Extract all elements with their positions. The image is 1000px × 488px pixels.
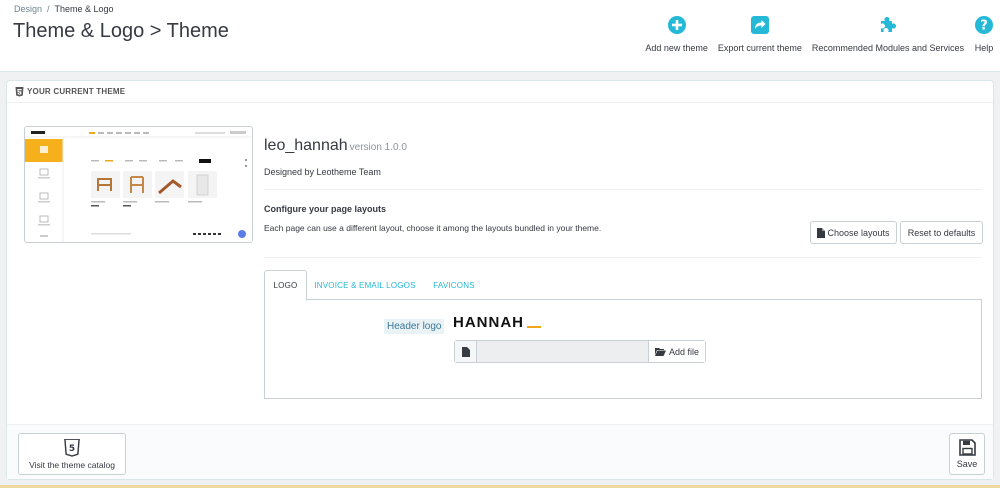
recommended-modules-button[interactable]: Recommended Modules and Services xyxy=(812,15,964,53)
theme-name-text: leo_hannah xyxy=(264,137,348,154)
theme-preview-image xyxy=(24,126,253,243)
page-header: Design / Theme & Logo Theme & Logo > Theme… xyxy=(0,0,1000,72)
current-theme-panel: YOUR CURRENT THEME leo_hannah version 1.… xyxy=(6,80,994,480)
panel-footer: 5 Visit the theme catalog Save xyxy=(7,424,993,479)
question-circle-icon: ? xyxy=(974,15,994,35)
html5-icon: 5 xyxy=(64,438,80,457)
add-new-theme-button[interactable]: Add new theme xyxy=(645,15,708,53)
file-icon xyxy=(455,341,477,362)
logo-tab-content: Header logo HANNAH Add file xyxy=(264,300,982,399)
export-theme-label: Export current theme xyxy=(717,43,802,53)
divider xyxy=(264,189,982,190)
header-logo-preview: HANNAH xyxy=(453,314,541,331)
file-icon xyxy=(817,227,826,238)
header-logo-label: Header logo xyxy=(384,319,445,334)
add-file-button[interactable]: Add file xyxy=(648,341,705,362)
page-title: Theme & Logo > Theme xyxy=(13,20,229,42)
tab-favicons[interactable]: FAVICONS xyxy=(424,270,484,300)
file-name-input[interactable] xyxy=(477,341,648,362)
toolbar: Add new theme Export current theme Recom… xyxy=(635,15,994,53)
floppy-disk-icon xyxy=(958,439,976,456)
add-new-theme-label: Add new theme xyxy=(645,43,708,53)
choose-layouts-label: Choose layouts xyxy=(827,227,890,238)
breadcrumb-design[interactable]: Design xyxy=(14,4,42,14)
theme-designer: Designed by Leotheme Team xyxy=(264,167,381,177)
logo-text: HANNAH xyxy=(453,314,524,331)
plus-circle-icon xyxy=(667,15,687,35)
save-label: Save xyxy=(956,459,978,469)
breadcrumb: Design / Theme & Logo xyxy=(14,4,114,14)
help-label: Help xyxy=(974,43,994,53)
help-button[interactable]: ? Help xyxy=(974,15,994,53)
svg-text:?: ? xyxy=(980,19,988,34)
layouts-description: Each page can use a different layout, ch… xyxy=(264,223,602,233)
tab-invoice-email-logos[interactable]: INVOICE & EMAIL LOGOS xyxy=(310,270,420,300)
visit-theme-catalog-label: Visit the theme catalog xyxy=(29,459,115,470)
reset-to-defaults-button[interactable]: Reset to defaults xyxy=(900,221,983,244)
share-icon xyxy=(750,15,770,35)
panel-heading-text: YOUR CURRENT THEME xyxy=(27,87,126,96)
choose-layouts-button[interactable]: Choose layouts xyxy=(810,221,897,244)
logo-underline xyxy=(527,326,541,328)
logo-file-upload: Add file xyxy=(454,340,706,363)
export-theme-button[interactable]: Export current theme xyxy=(718,15,802,53)
reset-to-defaults-label: Reset to defaults xyxy=(907,227,976,238)
breadcrumb-separator: / xyxy=(47,4,50,14)
folder-open-icon xyxy=(654,347,666,356)
visit-theme-catalog-button[interactable]: 5 Visit the theme catalog xyxy=(18,433,126,475)
html5-icon xyxy=(15,86,24,97)
divider xyxy=(264,257,982,258)
tab-logo[interactable]: LOGO xyxy=(264,270,307,301)
svg-text:5: 5 xyxy=(69,443,75,453)
recommended-modules-label: Recommended Modules and Services xyxy=(811,43,964,53)
add-file-label: Add file xyxy=(668,346,700,357)
save-button[interactable]: Save xyxy=(949,433,985,475)
breadcrumb-current: Theme & Logo xyxy=(54,4,114,14)
logo-tabs: LOGO INVOICE & EMAIL LOGOS FAVICONS xyxy=(264,270,982,301)
puzzle-icon xyxy=(878,15,898,35)
theme-version: version 1.0.0 xyxy=(349,142,407,153)
theme-name: leo_hannah version 1.0.0 xyxy=(264,137,407,155)
panel-heading: YOUR CURRENT THEME xyxy=(7,81,993,103)
layouts-title: Configure your page layouts xyxy=(264,204,387,214)
